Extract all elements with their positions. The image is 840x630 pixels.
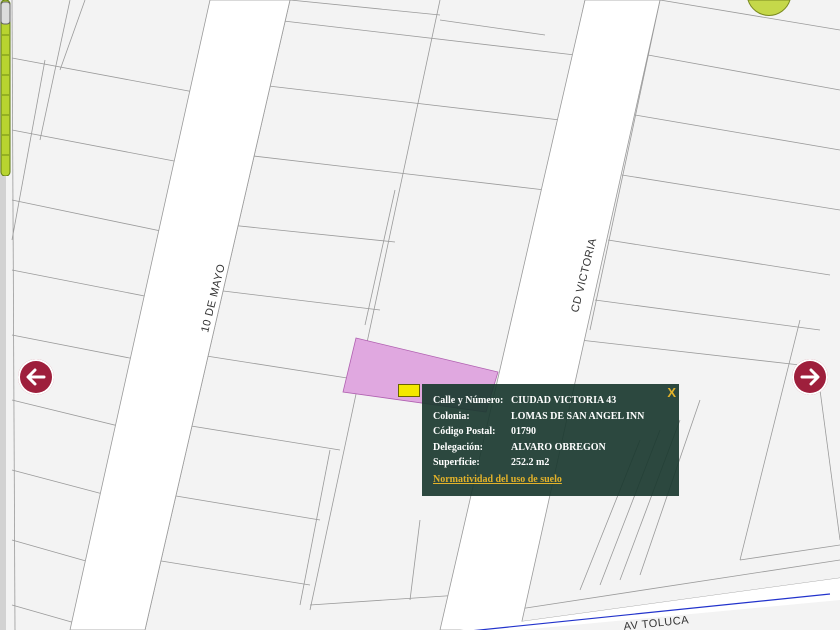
info-row-superficie: Superficie: 252.2 m2 (433, 455, 669, 471)
info-label: Superficie: (433, 457, 480, 468)
info-row-colonia: Colonia: LOMAS DE SAN ANGEL INN (433, 409, 669, 425)
info-value: 252.2 m2 (511, 457, 550, 468)
info-label: Calle y Número: (433, 395, 504, 406)
popup-close-button[interactable]: X (667, 385, 676, 401)
info-label: Colonia: (433, 410, 470, 422)
info-row-delegacion: Delegación: ALVARO OBREGON (433, 440, 669, 456)
info-row-postal-code: Código Postal: 01790 (433, 424, 669, 440)
info-label: Código Postal: (433, 426, 496, 437)
location-marker-icon[interactable] (398, 384, 420, 397)
pan-right-button[interactable] (792, 359, 828, 395)
zoom-slider-handle[interactable] (0, 1, 11, 25)
map-viewport[interactable]: 10 DE MAYO CD VICTORIA AV TOLUCA X Calle… (0, 0, 840, 630)
info-value: LOMAS DE SAN ANGEL INN (511, 410, 645, 422)
info-value: ALVARO OBREGON (511, 441, 606, 453)
land-use-regulation-link[interactable]: Normatividad del uso de suelo (433, 472, 562, 488)
info-value: CIUDAD VICTORIA 43 (511, 395, 617, 406)
map-canvas[interactable]: 10 DE MAYO CD VICTORIA AV TOLUCA (0, 0, 840, 630)
info-label: Delegación: (433, 441, 483, 453)
arrow-right-icon (800, 368, 820, 386)
zoom-slider[interactable] (0, 0, 11, 176)
arrow-left-icon (26, 368, 46, 386)
pan-left-button[interactable] (18, 359, 54, 395)
parcel-info-popup: X Calle y Número: CIUDAD VICTORIA 43 Col… (422, 384, 679, 496)
info-value: 01790 (511, 426, 536, 437)
info-row-address: Calle y Número: CIUDAD VICTORIA 43 (433, 393, 669, 409)
